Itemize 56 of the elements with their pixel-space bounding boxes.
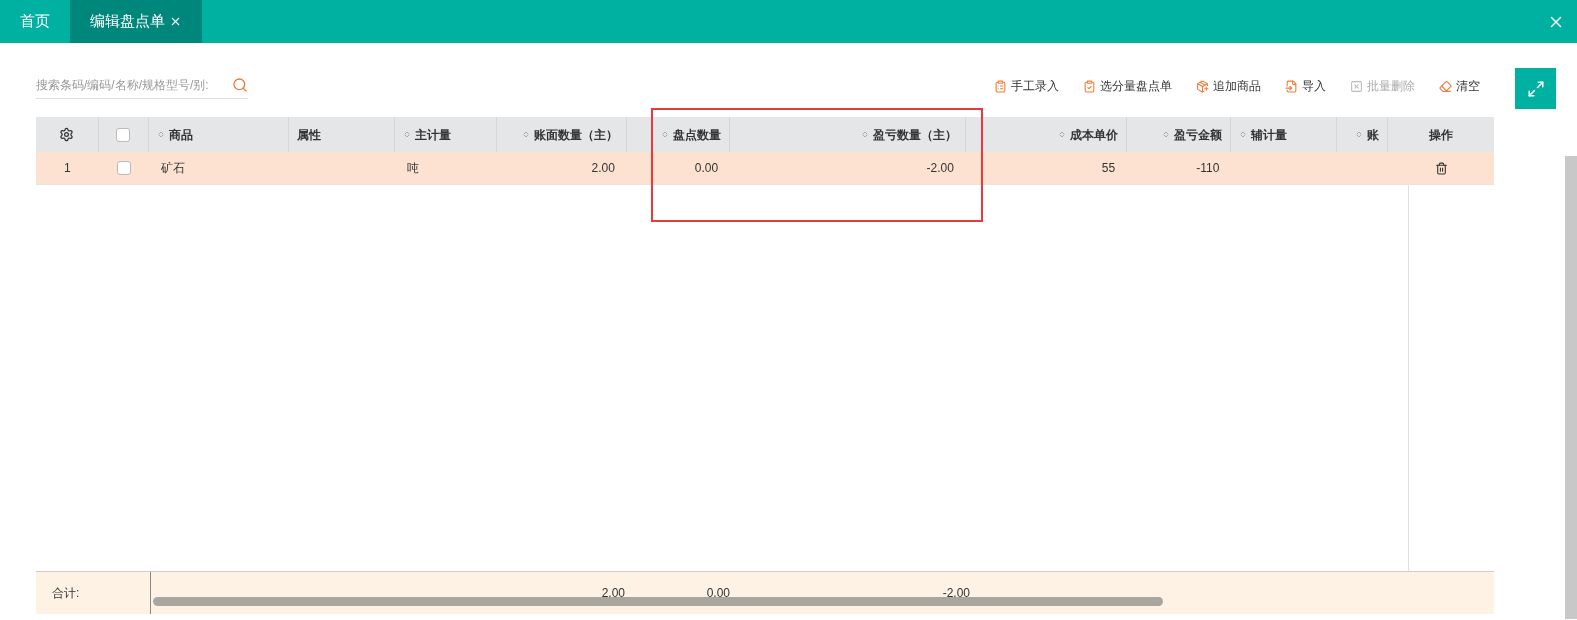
- select-icon: [1083, 79, 1096, 93]
- sort-icon[interactable]: [1162, 129, 1171, 140]
- sort-icon[interactable]: [402, 129, 411, 140]
- settings-icon[interactable]: [59, 127, 75, 142]
- table-cell-text: 矿石: [160, 160, 185, 177]
- column-header[interactable]: 商品: [148, 117, 290, 152]
- expand-button[interactable]: [1515, 68, 1556, 109]
- horizontal-scrollbar[interactable]: [153, 597, 1163, 606]
- sort-icon[interactable]: [156, 129, 165, 140]
- checkbox[interactable]: [116, 127, 131, 142]
- sort-icon[interactable]: [1355, 129, 1364, 140]
- toolbar-button[interactable]: 追加商品: [1196, 77, 1261, 95]
- sort-icon[interactable]: [521, 129, 530, 140]
- table-cell-text: 0.00: [694, 160, 719, 177]
- toolbar-button[interactable]: 导入: [1285, 77, 1326, 95]
- toolbar-button[interactable]: 手工录入: [994, 77, 1059, 95]
- toolbar-button[interactable]: 选分量盘点单: [1083, 77, 1172, 95]
- column-header[interactable]: 辅计量: [1231, 117, 1337, 152]
- delete-icon[interactable]: [1434, 161, 1448, 175]
- sort-icon[interactable]: [860, 129, 869, 140]
- table-cell-text: 55: [1101, 160, 1116, 177]
- table-cell-text: -110: [1196, 160, 1220, 177]
- row-number: 1: [63, 160, 72, 177]
- search-field[interactable]: 搜索条码/编码/名称/规格型号/别:: [36, 76, 248, 99]
- checkbox[interactable]: [116, 161, 131, 175]
- column-header[interactable]: 账: [1336, 117, 1389, 152]
- column-header[interactable]: 账面数量（主）: [497, 117, 627, 152]
- column-header[interactable]: 属性: [289, 117, 395, 152]
- toolbar-button[interactable]: 清空: [1439, 77, 1480, 95]
- table-cell-text: 吨: [406, 160, 419, 177]
- total-label: 合计:: [52, 585, 80, 602]
- table-cell-text: 2.00: [591, 160, 615, 177]
- total-cell-text: 2.00: [601, 585, 625, 602]
- tab[interactable]: 编辑盘点单: [70, 0, 202, 43]
- manual-icon: [994, 79, 1007, 93]
- import-icon: [1285, 79, 1298, 93]
- column-header[interactable]: 盈亏数量（主）: [730, 117, 966, 152]
- table-row[interactable]: 1 矿石 吨 2.00 0.00 -2.00 55 -110: [36, 152, 1494, 185]
- close-icon[interactable]: [169, 15, 182, 28]
- column-header[interactable]: 成本单价: [965, 117, 1128, 152]
- column-header[interactable]: 主计量: [394, 117, 498, 152]
- total-cell-text: -2.00: [942, 585, 970, 602]
- clear-icon: [1439, 79, 1452, 93]
- vertical-scrollbar[interactable]: [1565, 156, 1577, 619]
- total-cell-text: 0.00: [706, 585, 730, 602]
- add-icon: [1196, 79, 1209, 93]
- expand-icon: [1526, 79, 1545, 98]
- column-header[interactable]: 盈亏金额: [1127, 117, 1232, 152]
- sort-icon[interactable]: [1239, 129, 1248, 140]
- delete-icon: [1350, 79, 1363, 93]
- sort-icon[interactable]: [1058, 129, 1067, 140]
- search-icon[interactable]: [232, 77, 248, 93]
- column-header[interactable]: 盘点数量: [626, 117, 731, 152]
- table-cell-text: -2.00: [926, 160, 954, 177]
- column-header: 操作: [1388, 117, 1494, 152]
- sort-icon[interactable]: [661, 129, 670, 140]
